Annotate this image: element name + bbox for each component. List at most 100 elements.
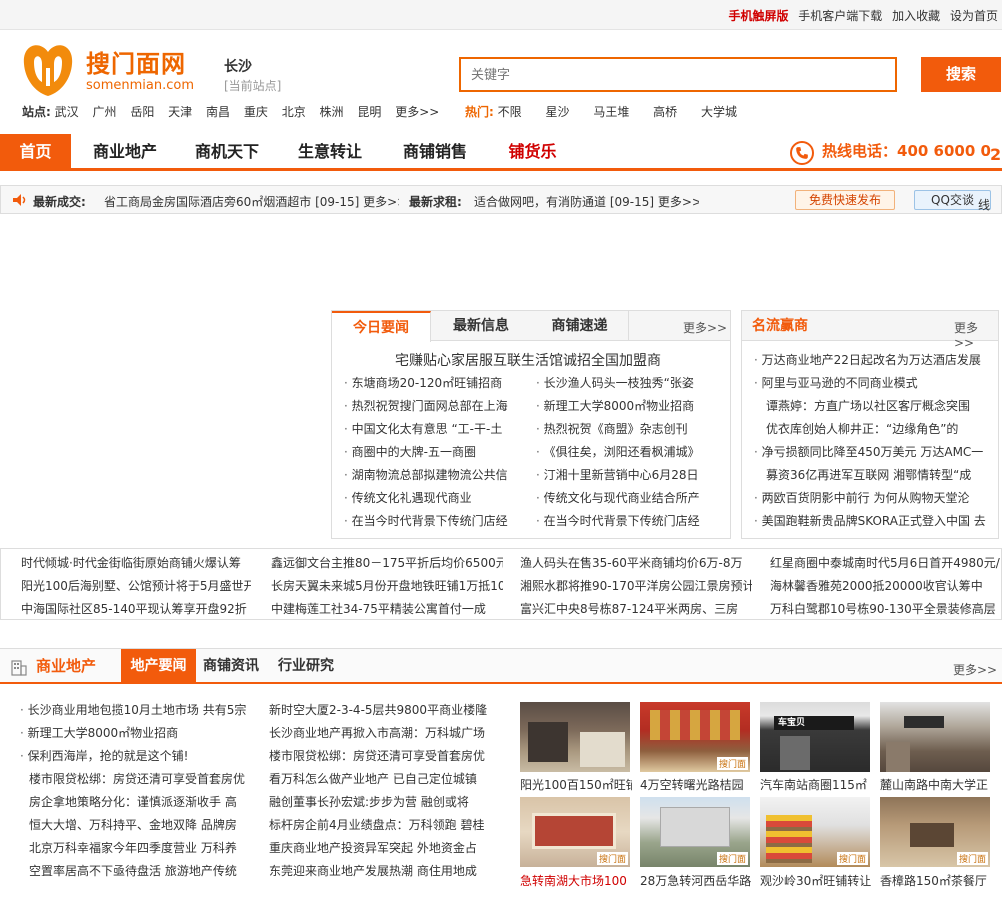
shop-photo-caption[interactable]: 麓山南路中南大学正 <box>880 776 992 793</box>
section-title[interactable]: 商业地产 <box>36 649 96 683</box>
hot-area-link[interactable]: 高桥 <box>653 105 677 119</box>
estate-news-item[interactable]: 房企拿地策略分化：谨慎派逐渐收手 高 <box>29 793 250 810</box>
estate-news-item[interactable]: 新时空大厦2-3-4-5层共9800平商业楼隆 <box>269 701 491 718</box>
mobile-link[interactable]: 手机触屏版 <box>728 9 788 23</box>
news-item[interactable]: 传统文化与现代商业结合所产 <box>536 489 711 506</box>
nav-home[interactable]: 首页 <box>0 134 71 168</box>
nav-commercial-estate[interactable]: 商业地产 <box>80 134 170 168</box>
famous-title[interactable]: 名流赢商 <box>752 311 808 341</box>
property-link[interactable]: 湘熙水郡将推90-170平洋房公园江景房预计 <box>520 577 752 594</box>
property-link[interactable]: 中海国际社区85-140平现认筹享开盘92折 <box>21 600 251 617</box>
shop-photo[interactable]: 搜门面 <box>520 797 630 867</box>
property-link[interactable]: 万科白鹭郡10号栋90-130平全景装修高层 <box>770 600 1000 617</box>
tab-estate-news[interactable]: 地产要闻 <box>121 649 196 683</box>
news-headline[interactable]: 宅赚贴心家居服互联生活馆诚招全国加盟商 <box>395 350 661 370</box>
property-link[interactable]: 阳光100后海别墅、公馆预计将于5月盛世开 <box>21 577 251 594</box>
news-item[interactable]: 湖南物流总部拟建物流公共信 <box>344 466 522 483</box>
news-item[interactable]: 东塘商场20-120㎡旺铺招商 <box>344 374 522 391</box>
estate-news-item[interactable]: 楼市限贷松绑：房贷还清可享受首套房优 <box>269 747 491 764</box>
current-city[interactable]: 长沙 <box>224 56 252 76</box>
shop-photo[interactable]: 搜门面 <box>760 797 870 867</box>
estate-news-item[interactable]: 新理工大学8000㎡物业招商 <box>20 724 250 741</box>
tab-latest-info[interactable]: 最新信息 <box>432 311 530 341</box>
station-link[interactable]: 北京 <box>282 105 306 119</box>
latest-deal-text[interactable]: 省工商局金房国际酒店旁60㎡烟酒超市 [09-15] 更多>> <box>104 193 399 210</box>
shop-photo-caption[interactable]: 28万急转河西岳华路 <box>640 872 752 889</box>
famous-item[interactable]: 募资36亿再进军互联网 湘鄂情转型“成 <box>766 466 986 483</box>
news-item[interactable]: 《俱往矣，浏阳还看枫浦城》 <box>536 443 711 460</box>
shop-photo[interactable] <box>880 702 990 772</box>
shop-photo-caption[interactable]: 4万空转曙光路桔园 <box>640 776 752 793</box>
famous-item[interactable]: 美国跑鞋新贵品牌SKORA正式登入中国 去 <box>754 512 986 529</box>
tab-shop-info[interactable]: 商铺资讯 <box>203 649 259 683</box>
latest-rent-text[interactable]: 适合做网吧，有消防通道 [09-15] 更多>> <box>474 193 699 210</box>
nav-shop-sales[interactable]: 商铺销售 <box>390 134 480 168</box>
station-link[interactable]: 南昌 <box>206 105 230 119</box>
search-button[interactable]: 搜索 <box>921 57 1001 92</box>
logo-text[interactable]: 搜门面网 <box>86 44 186 79</box>
shop-photo[interactable]: 搜门面 <box>640 797 750 867</box>
estate-news-item[interactable]: 北京万科幸福家今年四季度营业 万科养 <box>29 839 250 856</box>
news-item[interactable]: 热烈祝贺《商盟》杂志创刊 <box>536 420 711 437</box>
estate-news-item[interactable]: 长沙商业用地包揽10月土地市场 共有5宗 <box>20 701 250 718</box>
station-link[interactable]: 昆明 <box>357 105 381 119</box>
add-favorite-link[interactable]: 加入收藏 <box>892 9 940 23</box>
search-input[interactable] <box>471 64 881 86</box>
shop-photo-caption[interactable]: 观沙岭30㎡旺铺转让 <box>760 872 872 889</box>
station-link[interactable]: 武汉 <box>55 105 79 119</box>
nav-business-opportunities[interactable]: 商机天下 <box>182 134 272 168</box>
property-link[interactable]: 时代倾城·时代金街临街原始商铺火爆认筹 <box>21 554 251 571</box>
news-item[interactable]: 传统文化礼遇现代商业 <box>344 489 522 506</box>
hot-area-link[interactable]: 不限 <box>498 105 522 119</box>
famous-item[interactable]: 谭燕婷：方直广场以社区客厅概念突围 <box>766 397 986 414</box>
famous-item[interactable]: 阿里与亚马逊的不同商业模式 <box>754 374 986 391</box>
news-item[interactable]: 商圈中的大牌-五一商圈 <box>344 443 522 460</box>
property-link[interactable]: 富兴汇中央8号栋87-124平米两房、三房 <box>520 600 752 617</box>
estate-news-item[interactable]: 空置率居高不下亟待盘活 旅游地产传统 <box>29 862 250 879</box>
nav-puhuole[interactable]: 铺货乐 <box>490 134 575 168</box>
news-item[interactable]: 在当今时代背景下传统门店经 <box>344 512 522 529</box>
property-link[interactable]: 中建梅莲工社34-75平精装公寓首付一成 <box>271 600 503 617</box>
client-download-link[interactable]: 手机客户端下载 <box>798 9 882 23</box>
estate-news-item[interactable]: 重庆商业地产投资异军突起 外地资金占 <box>269 839 491 856</box>
station-link[interactable]: 株洲 <box>320 105 344 119</box>
famous-item[interactable]: 优衣库创始人柳井正：“边缘角色”的 <box>766 420 986 437</box>
shop-photo-caption[interactable]: 急转南湖大市场100 <box>520 872 632 889</box>
tab-today-news[interactable]: 今日要闻 <box>332 311 431 342</box>
property-link[interactable]: 长房天翼未来城5月份开盘地铁旺铺1万抵10 <box>271 577 503 594</box>
estate-news-item[interactable]: 长沙商业地产再掀入市高潮：万科城广场 <box>269 724 491 741</box>
news-item[interactable]: 汀湘十里新营销中心6月28日 <box>536 466 711 483</box>
hot-area-link[interactable]: 星沙 <box>545 105 569 119</box>
property-link[interactable]: 红星商圈中泰城南时代5月6日首开4980元/ <box>770 554 1000 571</box>
news-item[interactable]: 中国文化太有意思 “工-干-土 <box>344 420 522 437</box>
shop-photo[interactable] <box>520 702 630 772</box>
estate-news-item[interactable]: 楼市限贷松绑：房贷还清可享受首套房优 <box>29 770 250 787</box>
estate-news-item[interactable]: 保利西海岸，抢的就是这个铺! <box>20 747 250 764</box>
famous-item[interactable]: 净亏损额同比降至450万美元 万达AMC一 <box>754 443 986 460</box>
estate-news-item[interactable]: 看万科怎么做产业地产 已自己定位城镇 <box>269 770 491 787</box>
estate-news-item[interactable]: 东莞迎来商业地产发展热潮 商住用地成 <box>269 862 491 879</box>
news-more-link[interactable]: 更多>> <box>683 319 727 336</box>
shop-photo[interactable]: 搜门面 <box>640 702 750 772</box>
famous-item[interactable]: 两欧百货阴影中前行 为何从购物天堂沦 <box>754 489 986 506</box>
shop-photo-caption[interactable]: 阳光100百150㎡旺铺 <box>520 776 632 793</box>
set-homepage-link[interactable]: 设为首页 <box>950 9 998 23</box>
station-link[interactable]: 岳阳 <box>130 105 154 119</box>
news-item[interactable]: 热烈祝贺搜门面网总部在上海 <box>344 397 522 414</box>
shop-photo-caption[interactable]: 汽车南站商圈115㎡ <box>760 776 872 793</box>
hot-area-link[interactable]: 马王堆 <box>593 105 629 119</box>
estate-news-item[interactable]: 恒大大增、万科持平、金地双降 品牌房 <box>29 816 250 833</box>
shop-photo[interactable]: 车宝贝 <box>760 702 870 772</box>
station-link[interactable]: 重庆 <box>244 105 268 119</box>
shop-photo[interactable]: 搜门面 <box>880 797 990 867</box>
news-item[interactable]: 在当今时代背景下传统门店经 <box>536 512 711 529</box>
news-item[interactable]: 新理工大学8000㎡物业招商 <box>536 397 711 414</box>
estate-news-item[interactable]: 标杆房企前4月业绩盘点：万科领跑 碧桂 <box>269 816 491 833</box>
shop-photo-caption[interactable]: 香樟路150㎡茶餐厅 <box>880 872 992 889</box>
property-link[interactable]: 鑫远御文台主推80－175平折后均价6500元/ <box>271 554 503 571</box>
station-link[interactable]: 广州 <box>92 105 116 119</box>
estate-news-item[interactable]: 融创董事长孙宏斌:步步为营 融创或将 <box>269 793 491 810</box>
property-link[interactable]: 渔人码头在售35-60平米商铺均价6万-8万 <box>520 554 752 571</box>
famous-more-link[interactable]: 更多>> <box>954 319 998 350</box>
tab-shop-express[interactable]: 商铺速递 <box>531 311 629 341</box>
